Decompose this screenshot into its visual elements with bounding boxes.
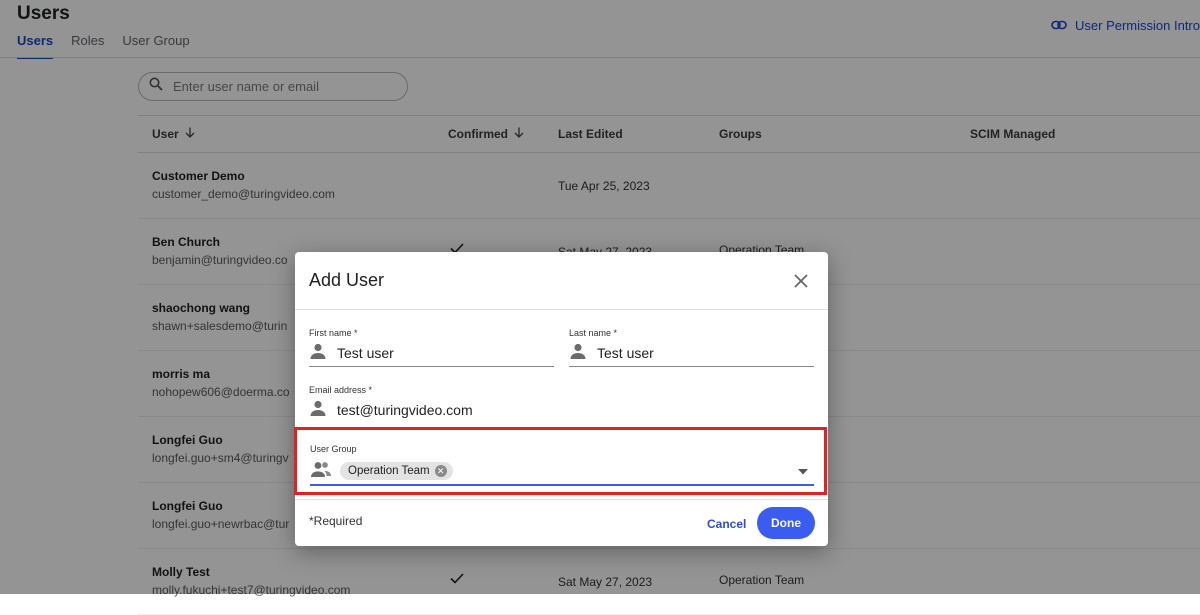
dialog-divider: [295, 309, 828, 310]
user-group-select[interactable]: Operation Team ✕: [310, 458, 814, 486]
first-name-label: First name *: [309, 328, 358, 338]
user-group-highlight: User Group Operation Team ✕: [294, 427, 827, 495]
done-button[interactable]: Done: [757, 507, 815, 539]
email-field[interactable]: [309, 397, 814, 423]
first-name-field[interactable]: [309, 340, 554, 367]
add-user-dialog: Add User First name * Last name * Email …: [294, 252, 828, 546]
close-icon[interactable]: [790, 270, 812, 292]
chip-label: Operation Team: [348, 465, 430, 477]
remove-chip-icon[interactable]: ✕: [434, 465, 447, 477]
last-name-field[interactable]: [569, 340, 814, 367]
last-name-input[interactable]: [595, 344, 789, 362]
dialog-title: Add User: [309, 270, 385, 290]
person-icon: [569, 342, 587, 365]
email-input[interactable]: [335, 401, 639, 419]
person-icon: [309, 342, 327, 365]
email-label: Email address *: [309, 385, 373, 395]
dropdown-arrow-icon[interactable]: [798, 462, 808, 480]
group-icon: [310, 460, 332, 483]
user-group-label: User Group: [310, 444, 357, 454]
group-chip[interactable]: Operation Team ✕: [340, 462, 453, 480]
person-icon: [309, 399, 327, 422]
dialog-footer-divider: [295, 499, 828, 500]
last-name-label: Last name *: [569, 328, 618, 338]
required-note: *Required: [309, 514, 363, 528]
first-name-input[interactable]: [335, 344, 529, 362]
cancel-button[interactable]: Cancel: [699, 509, 754, 539]
